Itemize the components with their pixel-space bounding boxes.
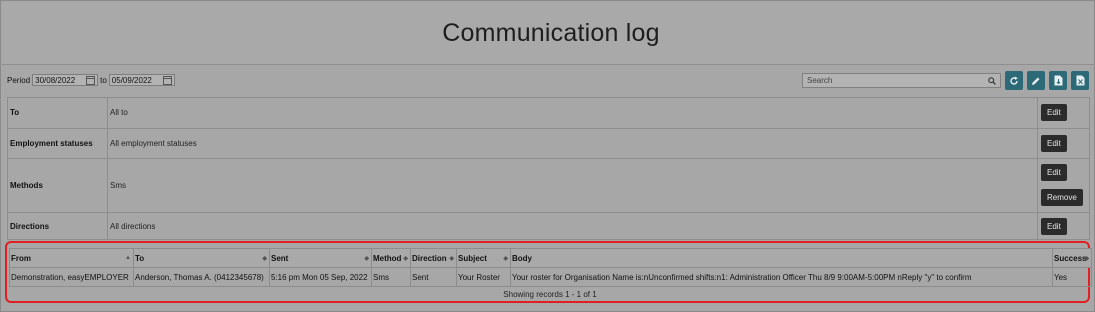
edit-directions-button[interactable]: Edit — [1041, 218, 1067, 235]
sort-icon: ◆ — [1084, 256, 1089, 262]
filter-row-to: To All to Edit — [7, 98, 1090, 129]
app-frame: Communication log Period 30/08/2022 to 0… — [0, 0, 1095, 312]
date-to-input[interactable]: 05/09/2022 — [108, 74, 175, 86]
period-filter: Period 30/08/2022 to 05/09/2022 — [7, 74, 175, 86]
sort-icon: ◆ — [403, 256, 408, 262]
filter-value: Sms — [110, 181, 126, 190]
filter-row-employment-statuses: Employment statuses All employment statu… — [7, 129, 1090, 159]
column-divider — [1037, 129, 1038, 158]
table-row[interactable]: Demonstration, easyEMPLOYER Anderson, Th… — [9, 267, 1092, 287]
sort-icon: ◆ — [503, 256, 508, 262]
filter-value: All to — [110, 108, 128, 117]
export-pdf-icon — [1054, 75, 1062, 86]
column-header-direction[interactable]: Direction ◆ — [410, 248, 457, 268]
column-header-method[interactable]: Method ◆ — [371, 248, 411, 268]
page-title: Communication log — [442, 18, 660, 47]
column-header-to[interactable]: To ◆ — [133, 248, 270, 268]
edit-methods-button[interactable]: Edit — [1041, 164, 1067, 181]
cell-subject: Your Roster — [456, 267, 511, 287]
filter-row-methods: Methods Sms Edit Remove — [7, 159, 1090, 213]
period-label: Period — [7, 75, 31, 85]
search-placeholder: Search — [807, 76, 833, 85]
filter-label: Employment statuses — [10, 139, 93, 148]
column-divider — [1037, 159, 1038, 212]
column-header-success[interactable]: Success ◆ — [1052, 248, 1092, 268]
sort-asc-icon: ▲ — [125, 255, 131, 261]
column-label: Body — [512, 253, 532, 263]
column-divider — [107, 129, 108, 158]
filter-panel: To All to Edit Employment statuses All e… — [7, 97, 1090, 240]
results-table-container: From ▲ To ◆ Sent ◆ Method ◆ Direction ◆ Subje… — [5, 241, 1092, 303]
cell-from: Demonstration, easyEMPLOYER — [9, 267, 134, 287]
column-divider — [107, 98, 108, 128]
refresh-icon — [1010, 76, 1018, 85]
filter-label: Directions — [10, 222, 50, 231]
calendar-icon[interactable] — [162, 75, 172, 85]
column-header-subject[interactable]: Subject ◆ — [456, 248, 511, 268]
communication-table: From ▲ To ◆ Sent ◆ Method ◆ Direction ◆ Subje… — [9, 248, 1092, 287]
column-header-body[interactable]: Body — [510, 248, 1053, 268]
page-header: Communication log — [2, 2, 1094, 65]
sort-icon: ◆ — [262, 256, 267, 262]
column-divider — [1037, 98, 1038, 128]
filter-value: All employment statuses — [110, 139, 197, 148]
cell-direction: Sent — [410, 267, 457, 287]
export-pdf-button[interactable] — [1049, 71, 1067, 90]
filter-value: All directions — [110, 222, 156, 231]
edit-button[interactable] — [1027, 71, 1045, 90]
export-excel-button[interactable] — [1071, 71, 1089, 90]
column-label: Subject — [458, 253, 487, 263]
cell-body: Your roster for Organisation Name is:nUn… — [510, 267, 1053, 287]
pagination-info: Showing records 1 - 1 of 1 — [503, 290, 597, 299]
column-header-from[interactable]: From ▲ — [9, 248, 134, 268]
table-header-row: From ▲ To ◆ Sent ◆ Method ◆ Direction ◆ Subje… — [9, 248, 1092, 268]
date-from-input[interactable]: 30/08/2022 — [32, 74, 99, 86]
export-excel-icon — [1076, 75, 1084, 86]
column-divider — [1037, 213, 1038, 239]
sort-icon: ◆ — [364, 256, 369, 262]
column-label: Sent — [271, 253, 289, 263]
column-divider — [107, 213, 108, 239]
filter-row-directions: Directions All directions Edit — [7, 213, 1090, 240]
date-from-value: 30/08/2022 — [35, 75, 76, 85]
cell-success: Yes — [1052, 267, 1092, 287]
filter-label: Methods — [10, 181, 43, 190]
column-divider — [107, 159, 108, 212]
column-label: Success — [1054, 253, 1087, 263]
edit-employment-statuses-button[interactable]: Edit — [1041, 135, 1067, 152]
column-header-sent[interactable]: Sent ◆ — [269, 248, 372, 268]
edit-icon — [1032, 77, 1040, 85]
refresh-button[interactable] — [1005, 71, 1023, 90]
date-to-value: 05/09/2022 — [111, 75, 152, 85]
toolbar: Period 30/08/2022 to 05/09/2022 Search — [7, 71, 1091, 91]
to-label: to — [100, 75, 107, 85]
search-icon[interactable] — [988, 76, 996, 85]
filter-label: To — [10, 108, 20, 117]
calendar-icon[interactable] — [86, 75, 96, 85]
column-label: Direction — [412, 253, 447, 263]
column-label: To — [135, 253, 145, 263]
cell-to: Anderson, Thomas A. (0412345678) — [133, 267, 270, 287]
sort-icon: ◆ — [449, 256, 454, 262]
search-input[interactable]: Search — [802, 73, 1001, 88]
remove-methods-button[interactable]: Remove — [1041, 189, 1083, 206]
column-label: From — [11, 253, 31, 263]
cell-method: Sms — [371, 267, 411, 287]
edit-to-button[interactable]: Edit — [1041, 104, 1067, 121]
column-label: Method — [373, 253, 402, 263]
cell-sent: 5:16 pm Mon 05 Sep, 2022 — [269, 267, 372, 287]
